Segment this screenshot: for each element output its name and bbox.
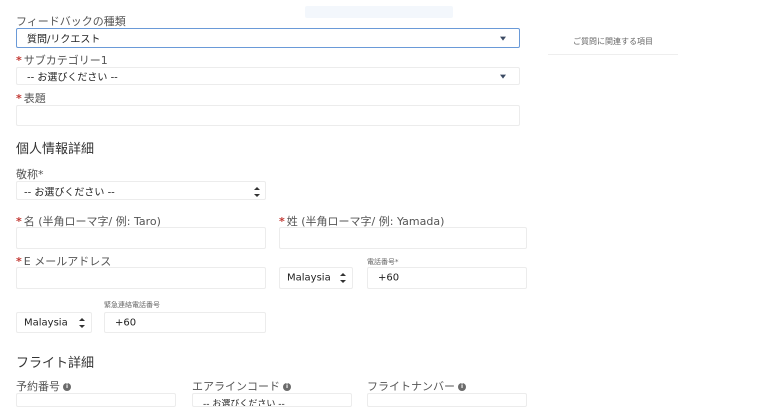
subcategory-value: -- お選びください -- bbox=[27, 69, 118, 84]
related-items-label: ご質問に関連する項目 bbox=[573, 37, 653, 46]
email-input[interactable] bbox=[16, 267, 266, 289]
subcategory-select[interactable]: -- お選びください -- bbox=[16, 67, 520, 85]
info-icon[interactable]: i bbox=[458, 383, 466, 391]
chevron-down-icon bbox=[500, 75, 506, 79]
chevron-down-icon bbox=[500, 37, 506, 41]
flight-section-title: フライト詳細 bbox=[16, 352, 94, 371]
feedback-type-label: フィードバックの種類 bbox=[16, 13, 126, 29]
sort-arrows-icon bbox=[79, 318, 85, 328]
subject-label: *表題 bbox=[16, 90, 46, 106]
phone-input[interactable]: +60 bbox=[367, 267, 527, 289]
phone-country-value: Malaysia bbox=[287, 273, 331, 284]
emergency-phone-input[interactable]: +60 bbox=[104, 312, 266, 333]
subject-input[interactable] bbox=[16, 105, 520, 126]
flight-number-input[interactable] bbox=[367, 393, 527, 407]
booking-number-label: 予約番号i bbox=[16, 378, 71, 394]
title-value: -- お選びください -- bbox=[24, 183, 115, 198]
top-banner bbox=[305, 6, 453, 18]
required-marker: * bbox=[16, 92, 22, 105]
emergency-country-select[interactable]: Malaysia bbox=[16, 312, 92, 333]
subcategory-label: *サブカテゴリー1 bbox=[16, 52, 108, 68]
required-marker: * bbox=[16, 54, 22, 67]
sort-arrows-icon bbox=[254, 187, 260, 197]
info-icon[interactable]: i bbox=[63, 383, 71, 391]
info-icon[interactable]: i bbox=[283, 383, 291, 391]
emergency-code-value: +60 bbox=[115, 317, 136, 328]
last-name-input[interactable] bbox=[279, 227, 527, 249]
phone-country-select[interactable]: Malaysia bbox=[279, 267, 353, 289]
personal-section-title: 個人情報詳細 bbox=[16, 138, 94, 157]
related-items-panel: ご質問に関連する項目 bbox=[548, 30, 678, 55]
flight-number-label: フライトナンバーi bbox=[367, 378, 466, 394]
airline-code-select[interactable]: -- お選びください -- bbox=[192, 393, 352, 407]
title-select[interactable]: -- お選びください -- bbox=[16, 181, 266, 200]
phone-label: 電話番号* bbox=[367, 257, 399, 267]
feedback-type-select[interactable]: 質問/リクエスト bbox=[16, 28, 520, 48]
first-name-input[interactable] bbox=[16, 227, 266, 249]
phone-code-value: +60 bbox=[378, 273, 399, 284]
airline-code-label: エアラインコードi bbox=[192, 378, 291, 394]
sort-arrows-icon bbox=[340, 273, 346, 283]
title-label: 敬称* bbox=[16, 166, 44, 182]
emergency-phone-label: 緊急連絡電話番号 bbox=[104, 300, 160, 310]
emergency-country-value: Malaysia bbox=[24, 317, 68, 328]
booking-number-input[interactable] bbox=[16, 393, 176, 407]
feedback-type-value: 質問/リクエスト bbox=[27, 31, 100, 46]
